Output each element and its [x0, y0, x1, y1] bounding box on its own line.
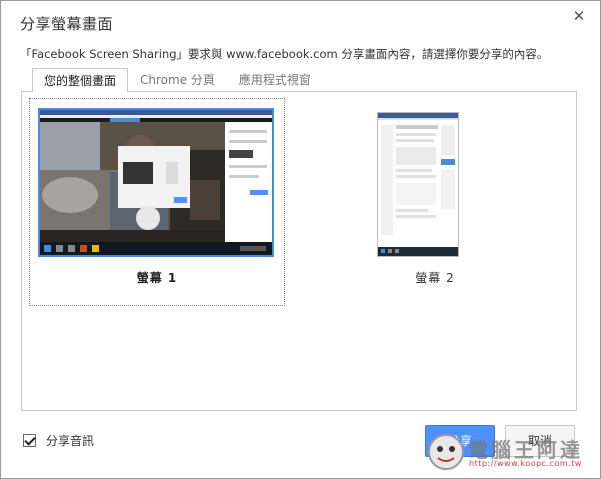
screen-2-preview-image — [378, 113, 458, 256]
dialog-title: 分享螢幕畫面 — [20, 15, 114, 33]
cancel-button[interactable]: 取消 — [505, 425, 575, 457]
screen-2-label: 螢幕 2 — [415, 271, 455, 285]
screen-1-label: 螢幕 1 — [136, 271, 178, 285]
share-audio-checkbox[interactable] — [23, 434, 36, 447]
screen-option-1[interactable]: 螢幕 1 — [29, 98, 285, 306]
share-button[interactable]: 分享 — [425, 425, 495, 457]
screen-picker-panel: 螢幕 1 螢幕 2 — [21, 91, 577, 411]
watermark-url: http://www.koopc.com.tw — [469, 459, 582, 468]
close-icon[interactable]: ✕ — [571, 8, 587, 24]
source-tabs: 您的整個畫面 Chrome 分頁 應用程式視窗 — [32, 67, 323, 92]
tab-application-window[interactable]: 應用程式視窗 — [227, 67, 323, 91]
tab-entire-screen[interactable]: 您的整個畫面 — [32, 68, 129, 92]
screen-1-preview-image — [40, 110, 272, 255]
screen-2-thumbnail — [377, 112, 459, 257]
tab-chrome-tab[interactable]: Chrome 分頁 — [128, 67, 227, 91]
screen-share-dialog: 分享螢幕畫面 ✕ 「Facebook Screen Sharing」要求與 ww… — [0, 0, 601, 479]
share-audio-label: 分享音訊 — [46, 434, 95, 448]
screen-1-thumbnail — [38, 108, 274, 257]
dialog-description: 「Facebook Screen Sharing」要求與 www.faceboo… — [20, 47, 549, 61]
screen-option-2[interactable]: 螢幕 2 — [307, 98, 563, 306]
share-audio-toggle[interactable]: 分享音訊 — [23, 432, 94, 449]
